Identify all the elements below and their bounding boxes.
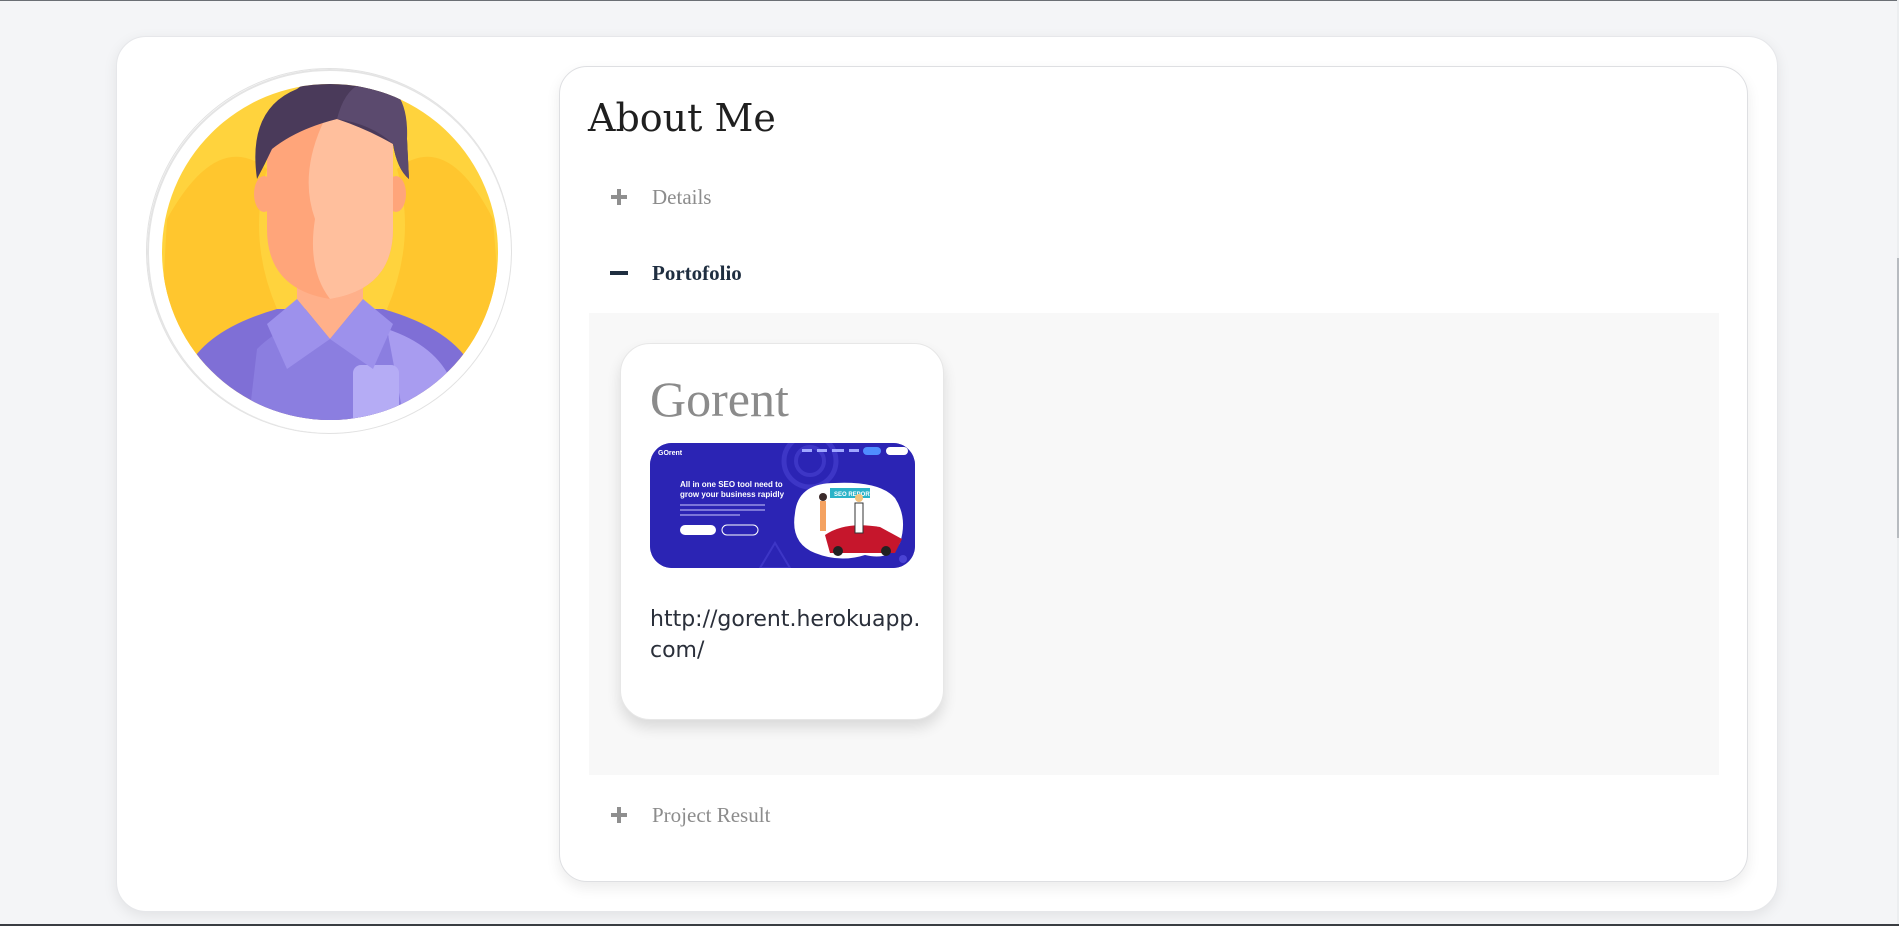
accordion-label-portofolio: Portofolio	[652, 260, 742, 285]
thumbnail-headline-1: All in one SEO tool need to	[680, 480, 783, 489]
project-title: Gorent	[650, 371, 789, 427]
about-title: About Me	[588, 96, 776, 140]
avatar-illustration	[147, 69, 511, 433]
project-url-link[interactable]: http://gorent.herokuapp.com/	[650, 604, 922, 666]
thumbnail-headline-2: grow your business rapidly	[680, 490, 785, 499]
thumbnail-illustration: GOrent All in one SEO tool need to grow …	[650, 443, 915, 568]
accordion-header-project-result[interactable]: Project Result	[606, 795, 770, 835]
thumbnail-badge: SEO REPORT	[834, 492, 874, 498]
plus-icon	[606, 184, 632, 210]
window-top-border	[0, 0, 1899, 1]
accordion-header-portofolio[interactable]: Portofolio	[606, 253, 742, 293]
accordion-header-details[interactable]: Details	[606, 177, 711, 217]
accordion-label-project-result: Project Result	[652, 802, 771, 827]
thumbnail-brand: GOrent	[658, 450, 683, 457]
project-thumbnail[interactable]: GOrent All in one SEO tool need to grow …	[650, 443, 915, 568]
plus-icon	[606, 802, 632, 828]
accordion-label-details: Details	[652, 184, 712, 209]
page: About Me Details Portofolio Gorent GOren…	[0, 0, 1899, 926]
avatar	[146, 68, 512, 434]
minus-icon	[606, 260, 632, 286]
